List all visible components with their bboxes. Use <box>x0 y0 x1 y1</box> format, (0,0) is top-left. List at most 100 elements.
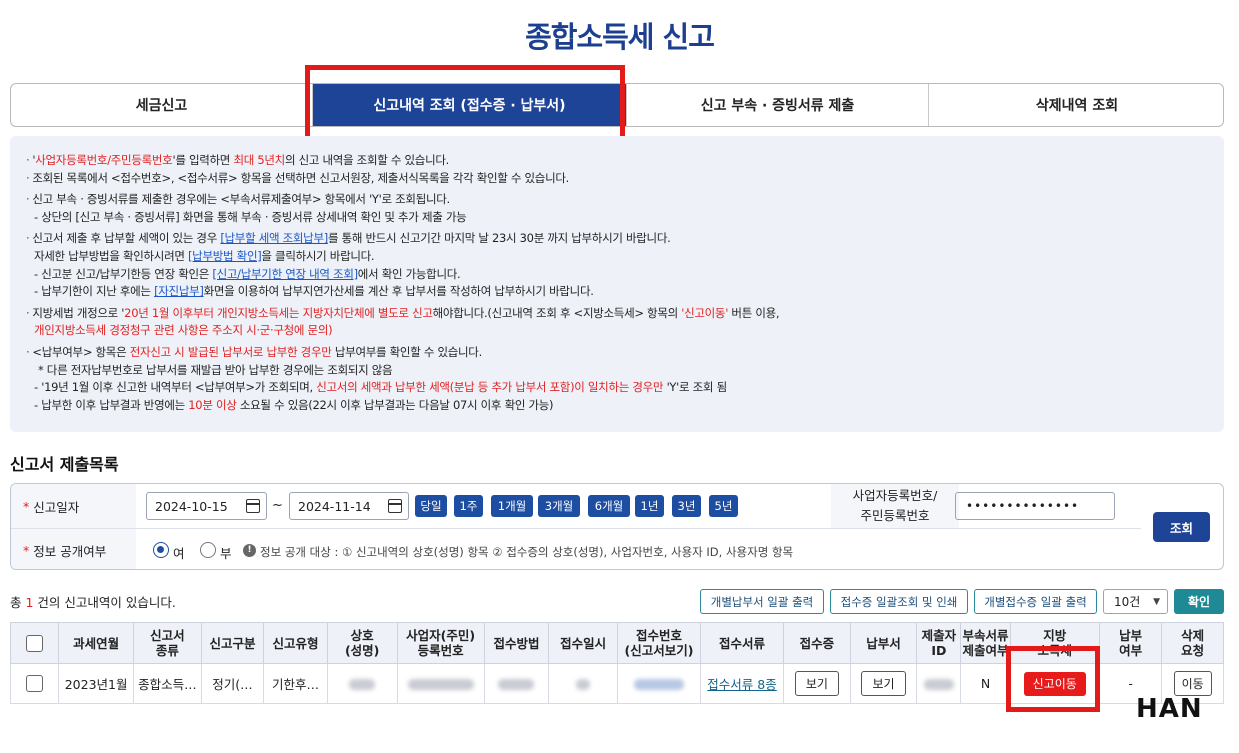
local-tax-move-button[interactable]: 신고이동 <box>1023 671 1086 696</box>
cell-period: 2023년1월 <box>58 663 135 704</box>
disclosure-yes-label: 여 <box>173 546 185 561</box>
notice-line: - 납부한 이후 납부결과 반영에는 10분 이상 소요될 수 있음(22시 이… <box>34 397 554 412</box>
notice-line: 개인지방소득세 경정청구 관련 사항은 주소지 시·군·구청에 문의) <box>34 323 333 338</box>
header-submitter: 제출자 ID <box>916 622 962 664</box>
delete-request-button[interactable]: 이동 <box>1173 671 1212 696</box>
print-receipt-each-button[interactable]: 개별접수증 일괄 출력 <box>974 589 1097 614</box>
cell-type: 정기(… <box>200 663 265 704</box>
notice-line: · '사업자등록번호/주민등록번호'를 입력하면 최대 5년치의 신고 내역을 조… <box>26 153 449 167</box>
disclosure-no-radio[interactable] <box>200 542 216 558</box>
search-button[interactable]: 조회 <box>1153 512 1210 542</box>
quick-1week-button[interactable]: 1주 <box>454 495 483 517</box>
date-from-input[interactable]: 2024-10-15 <box>146 492 267 520</box>
header-select-all <box>9 622 60 664</box>
extension-history-link[interactable]: [신고/납부기한 연장 내역 조회] <box>212 267 358 281</box>
disclosure-label: * 정보 공개여부 <box>11 529 136 569</box>
header-local-tax: 지방 소득세 <box>1009 622 1100 664</box>
disclosure-yes-radio[interactable] <box>153 542 169 558</box>
cell-time-redacted <box>548 663 618 704</box>
cell-attach: N <box>960 663 1011 704</box>
filing-table: 과세연월 신고서 종류 신고구분 신고유형 상호 (성명) 사업자(주민) 등록번호 … <box>9 622 1224 704</box>
print-receipt-button[interactable]: 접수증 일괄조회 및 인쇄 <box>830 589 968 614</box>
notice-line: · 신고서 제출 후 납부할 세액이 있는 경우 [납부할 세액 조회납부]를 통… <box>26 231 671 246</box>
header-name: 상호 (성명) <box>326 622 398 664</box>
search-row-date: * 신고일자 2024-10-15 ~ 2024-11-14 당일 1주 1개월 … <box>11 484 1141 529</box>
date-to-input[interactable]: 2024-11-14 <box>289 492 409 520</box>
cell-submitter-redacted <box>916 663 962 704</box>
date-range-tilde: ~ <box>272 498 283 513</box>
notice-box: · '사업자등록번호/주민등록번호'를 입력하면 최대 5년치의 신고 내역을 조… <box>10 136 1224 432</box>
date-label: * 신고일자 <box>11 484 136 528</box>
header-payslip: 납부서 <box>849 622 918 664</box>
self-payment-link[interactable]: [자진납부] <box>154 284 204 298</box>
header-delete: 삭제 요청 <box>1161 622 1224 664</box>
print-payment-button[interactable]: 개별납부서 일괄 출력 <box>700 589 824 614</box>
calendar-icon[interactable] <box>246 499 260 513</box>
tax-payment-link[interactable]: [납부할 세액 조회납부] <box>220 231 328 245</box>
select-all-checkbox[interactable] <box>26 634 44 652</box>
disclosure-note: 정보 공개 대상 : ① 신고내역의 상호(성명) 항목 ② 접수증의 상호(성… <box>260 545 794 559</box>
result-count: 총 1 건의 신고내역이 있습니다. <box>10 595 176 610</box>
notice-line: - 상단의 [신고 부속 · 증빙서류] 화면을 통해 부속 · 증빙서류 상세… <box>34 209 467 224</box>
header-regno: 사업자(주민) 등록번호 <box>396 622 485 664</box>
main-tabs: 세금신고 신고내역 조회 (접수증 · 납부서) 신고 부속 · 증빙서류 제출… <box>10 83 1224 127</box>
quick-6month-button[interactable]: 6개월 <box>588 495 630 517</box>
calendar-icon[interactable] <box>388 499 402 513</box>
notice-line: 자세한 납부방법을 확인하시려면 [납부방법 확인]을 클릭하시기 바랍니다. <box>34 248 375 263</box>
header-recno: 접수번호 (신고서보기) <box>616 622 702 664</box>
table-header-row: 과세연월 신고서 종류 신고구분 신고유형 상호 (성명) 사업자(주민) 등록번호 … <box>9 622 1224 664</box>
docs-link[interactable]: 접수서류 8종 <box>707 677 776 692</box>
header-attach: 부속서류 제출여부 <box>960 622 1011 664</box>
cell-docs: 접수서류 8종 <box>699 663 785 704</box>
notice-line: * 다른 전자납부번호로 납부서를 재발급 받아 납부한 경우에는 조회되지 않… <box>38 362 393 377</box>
cell-local-tax: 신고이동 <box>1009 663 1100 704</box>
bizno-label: 사업자등록번호/주민등록번호 <box>831 484 959 528</box>
notice-line: · 신고 부속 · 증빙서류를 제출한 경우에는 <부속서류제출여부> 항목에서 … <box>26 192 450 207</box>
quick-3month-button[interactable]: 3개월 <box>538 495 580 517</box>
tab-filing-history[interactable]: 신고내역 조회 (접수증 · 납부서) <box>313 84 627 126</box>
cell-select <box>9 663 60 704</box>
row-checkbox[interactable] <box>26 675 44 692</box>
receipt-view-button[interactable]: 보기 <box>794 671 839 696</box>
notice-line: · 지방세법 개정으로 '20년 1월 이후부터 개인지방소득세는 지방자치단체에… <box>26 305 780 320</box>
cell-form: 기한후… <box>263 663 328 704</box>
disclosure-no-label: 부 <box>220 546 232 561</box>
notice-line: - 납부기한이 지난 후에는 [자진납부]화면을 이용하여 납부지연가산세를 계… <box>34 284 594 299</box>
notice-line: - '19년 1월 이후 신고한 내역부터 <납부여부>가 조회되며, 신고서의… <box>34 380 727 395</box>
quick-1month-button[interactable]: 1개월 <box>491 495 533 517</box>
section-title: 신고서 제출목록 <box>10 455 119 474</box>
tab-deleted-history[interactable]: 삭제내역 조회 <box>929 84 1223 126</box>
quick-today-button[interactable]: 당일 <box>415 495 447 517</box>
page-size-select[interactable]: 10건 ▼ <box>1103 589 1168 614</box>
header-receipt: 접수증 <box>783 622 851 664</box>
header-form: 신고유형 <box>263 622 328 664</box>
cell-receipt: 보기 <box>783 663 851 704</box>
notice-line: · <납부여부> 항목은 전자신고 시 발급된 납부서로 납부한 경우만 납부여부… <box>26 344 482 359</box>
quick-3year-button[interactable]: 3년 <box>672 495 701 517</box>
header-docs: 접수서류 <box>699 622 785 664</box>
cell-recno-redacted[interactable] <box>616 663 702 704</box>
cell-kind: 종합소득… <box>133 663 202 704</box>
cell-regno-redacted <box>396 663 485 704</box>
notice-line: · 조회된 목록에서 <접수번호>, <접수서류> 항목을 선택하면 신고서원장,… <box>26 170 569 185</box>
watermark-text: HAN <box>1136 694 1203 724</box>
cell-method-redacted <box>483 663 550 704</box>
info-icon: ! <box>243 544 256 557</box>
quick-1year-button[interactable]: 1년 <box>635 495 664 517</box>
payment-method-link[interactable]: [납부방법 확인] <box>188 249 262 263</box>
header-time: 접수일시 <box>548 622 618 664</box>
header-kind: 신고서 종류 <box>133 622 202 664</box>
chevron-down-icon: ▼ <box>1153 597 1160 607</box>
header-type: 신고구분 <box>200 622 265 664</box>
cell-payslip: 보기 <box>849 663 918 704</box>
payslip-view-button[interactable]: 보기 <box>861 671 906 696</box>
tab-attachments[interactable]: 신고 부속 · 증빙서류 제출 <box>627 84 929 126</box>
header-period: 과세연월 <box>58 622 135 664</box>
confirm-button[interactable]: 확인 <box>1174 589 1224 614</box>
tab-tax-filing[interactable]: 세금신고 <box>11 84 313 126</box>
notice-line: - 신고분 신고/납부기한등 연장 확인은 [신고/납부기한 연장 내역 조회]… <box>34 266 461 281</box>
header-paid: 납부 여부 <box>1098 622 1163 664</box>
bizno-input[interactable]: •••••••••••••• <box>955 492 1115 520</box>
quick-5year-button[interactable]: 5년 <box>709 495 738 517</box>
page-title: 종합소득세 신고 <box>525 20 715 54</box>
